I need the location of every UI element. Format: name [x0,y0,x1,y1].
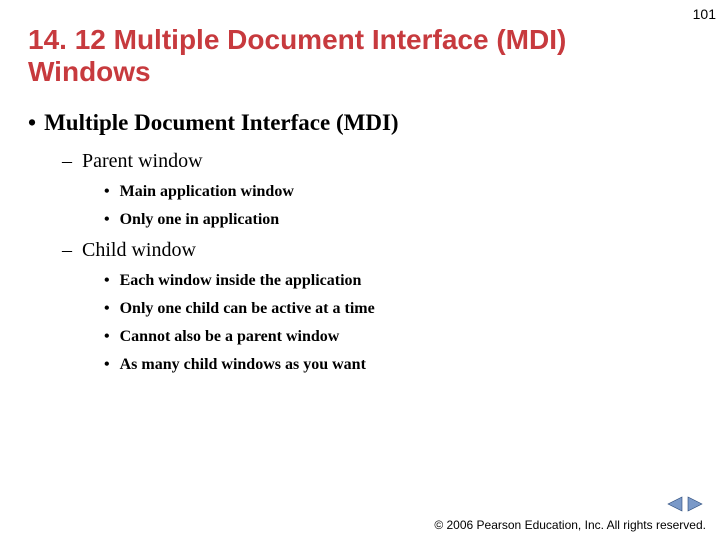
bullet-level2: –Child window [62,239,680,262]
bullet-dot-icon: • [104,183,110,200]
bullet-dot-icon: • [28,110,36,135]
level3-text: Only one child can be active at a time [120,300,375,317]
level1-text: Multiple Document Interface (MDI) [44,110,399,135]
slide-title: 14. 12 Multiple Document Interface (MDI)… [0,0,640,88]
bullet-level3: • Cannot also be a parent window [104,328,680,346]
slide-body: •Multiple Document Interface (MDI) –Pare… [0,88,720,374]
bullet-level3: • As many child windows as you want [104,356,680,374]
triangle-right-icon [686,496,704,512]
level3-text: Each window inside the application [120,272,362,289]
bullet-dot-icon: • [104,300,110,317]
level2-text: Child window [82,239,196,261]
prev-button[interactable] [666,496,684,512]
dash-icon: – [62,239,72,261]
dash-icon: – [62,150,72,172]
bullet-level3: • Only one child can be active at a time [104,300,680,318]
bullet-level2: –Parent window [62,150,680,173]
bullet-dot-icon: • [104,211,110,228]
bullet-level3: • Main application window [104,183,680,201]
nav-controls [434,496,706,512]
slide-footer: © 2006 Pearson Education, Inc. All right… [434,496,706,532]
bullet-dot-icon: • [104,272,110,289]
bullet-dot-icon: • [104,328,110,345]
level2-text: Parent window [82,150,203,172]
next-button[interactable] [686,496,704,512]
level3-text: As many child windows as you want [120,356,366,373]
bullet-level3: • Each window inside the application [104,272,680,290]
level3-text: Cannot also be a parent window [120,328,340,345]
bullet-level3: • Only one in application [104,211,680,229]
bullet-dot-icon: • [104,356,110,373]
copyright-text: © 2006 Pearson Education, Inc. All right… [434,518,706,532]
bullet-level1: • Multiple Document Interface (MDI) [28,110,680,136]
triangle-left-icon [666,496,684,512]
level3-text: Only one in application [120,211,280,228]
page-number: 101 [693,6,716,22]
level3-text: Main application window [120,183,294,200]
